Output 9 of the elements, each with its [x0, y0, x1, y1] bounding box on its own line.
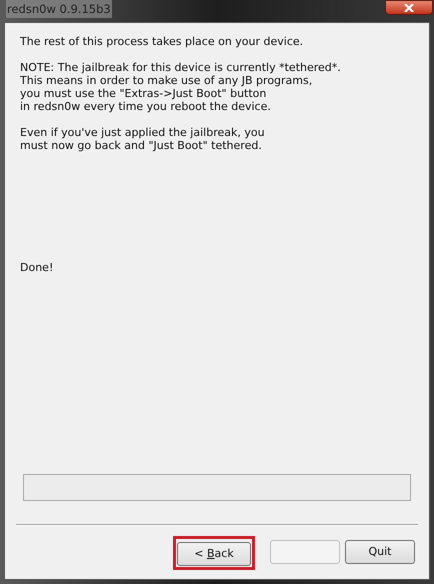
close-icon: [404, 4, 414, 12]
close-button[interactable]: [385, 0, 433, 15]
back-button[interactable]: < Back: [177, 542, 251, 566]
message-paragraph: Even if you've just applied the jailbreak, you must now go back and "Just Boot" tethered.: [20, 126, 265, 152]
status-text: Done!: [19, 261, 54, 274]
message-paragraph: NOTE: The jailbreak for this device is currently *tethered*. This means in order to make use of any JB programs, you must use the "Extras->Just Boot" button in redsn0w every time you reboot the device.: [20, 61, 341, 113]
quit-button[interactable]: Quit: [345, 540, 415, 564]
message-paragraph: The rest of this process takes place on your device.: [20, 35, 304, 48]
window-title: redsn0w 0.9.15b3: [6, 0, 112, 18]
